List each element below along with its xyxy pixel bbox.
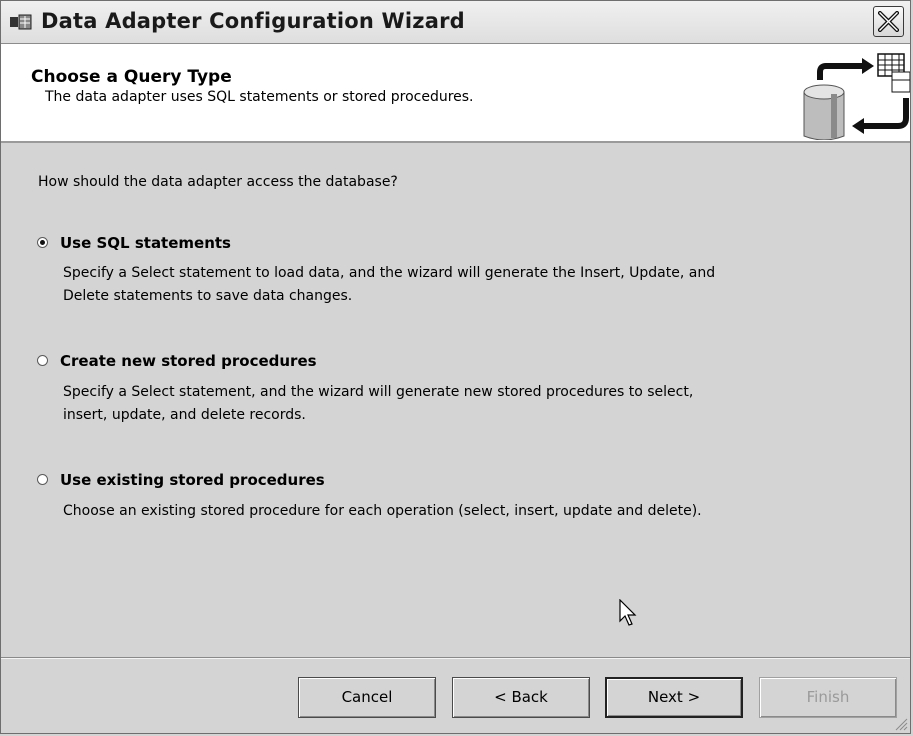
radio-use-existing-stored-procedures[interactable] (37, 474, 48, 485)
footer-divider (1, 657, 910, 659)
page-subtitle: The data adapter uses SQL statements or … (45, 89, 474, 105)
description-line: Specify a Select statement to load data,… (63, 265, 716, 281)
app-icon (10, 13, 32, 31)
next-button[interactable]: Next > (605, 677, 743, 718)
description-line: insert, update, and delete records. (63, 407, 306, 423)
cancel-button[interactable]: Cancel (298, 677, 436, 718)
mouse-cursor-icon (619, 599, 637, 626)
option-label[interactable]: Create new stored procedures (60, 352, 317, 370)
wizard-header: Choose a Query Type The data adapter use… (1, 44, 910, 143)
back-button[interactable]: < Back (452, 677, 590, 718)
question-text: How should the data adapter access the d… (38, 174, 398, 190)
option-description: Specify a Select statement to load data,… (63, 262, 863, 308)
option-label[interactable]: Use SQL statements (60, 234, 231, 252)
window-title: Data Adapter Configuration Wizard (41, 9, 465, 33)
database-table-exchange-icon (803, 53, 910, 140)
option-label[interactable]: Use existing stored procedures (60, 471, 325, 489)
close-button[interactable] (873, 6, 904, 37)
option-description: Choose an existing stored procedure for … (63, 500, 863, 523)
page-title: Choose a Query Type (31, 67, 232, 87)
description-line: Choose an existing stored procedure for … (63, 503, 702, 519)
finish-button: Finish (759, 677, 897, 718)
description-line: Specify a Select statement, and the wiza… (63, 384, 694, 400)
content-area: How should the data adapter access the d… (1, 143, 910, 642)
resize-grip-icon[interactable] (894, 717, 908, 731)
title-bar[interactable]: Data Adapter Configuration Wizard (1, 1, 910, 44)
wizard-window: Data Adapter Configuration Wizard Choose… (0, 0, 911, 734)
radio-use-sql-statements[interactable] (37, 237, 48, 248)
radio-selected-dot (40, 240, 45, 245)
description-line: Delete statements to save data changes. (63, 288, 353, 304)
radio-create-new-stored-procedures[interactable] (37, 355, 48, 366)
close-icon (878, 11, 899, 32)
option-description: Specify a Select statement, and the wiza… (63, 381, 863, 427)
